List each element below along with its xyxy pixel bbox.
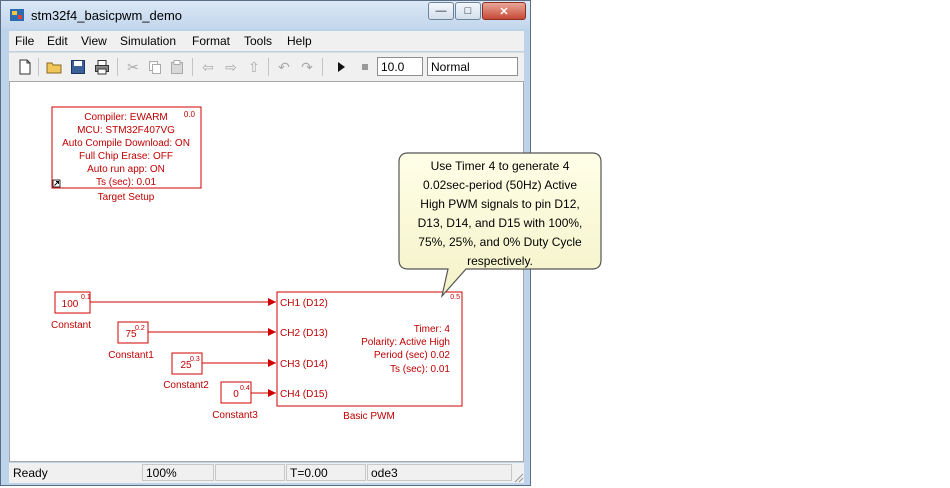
target-sample-corner: 0.0 (184, 110, 196, 119)
status-bar: Ready 100% T=0.00 ode3 (9, 463, 524, 483)
menu-help[interactable]: Help (287, 34, 312, 48)
callout-line-5: 75%, 25%, and 0% Duty Cycle (418, 235, 582, 249)
target-line-2: MCU: STM32F407VG (77, 125, 175, 136)
copy-icon[interactable] (147, 59, 163, 75)
callout-line-2: 0.02sec-period (50Hz) Active (423, 178, 577, 192)
callout-line-6: respectively. (467, 254, 533, 268)
callout-line-3: High PWM signals to pin D12, (420, 197, 579, 211)
back-icon[interactable]: ⇦ (200, 59, 216, 75)
menu-file[interactable]: File (15, 34, 34, 48)
constant-block-1[interactable]: 75 0.2 Constant1 (108, 321, 154, 361)
basic-pwm-block[interactable]: CH1 (D12) CH2 (D13) CH3 (D14) CH4 (D15) … (276, 291, 463, 422)
play-icon[interactable] (333, 59, 349, 75)
menu-tools[interactable]: Tools (244, 34, 272, 48)
pwm-port-3: CH3 (D14) (280, 359, 328, 370)
target-setup-block[interactable]: Compiler: EWARM MCU: STM32F407VG Auto Co… (51, 106, 202, 203)
close-button[interactable]: ✕ (482, 2, 526, 20)
save-icon[interactable] (70, 59, 86, 75)
target-line-1: Compiler: EWARM (84, 112, 168, 123)
simulink-app-icon (10, 9, 24, 21)
window-title: stm32f4_basicpwm_demo (31, 8, 183, 23)
status-ready: Ready (13, 466, 48, 480)
pwm-port-1: CH1 (D12) (280, 298, 328, 309)
status-solver: ode3 (367, 464, 512, 481)
constant-label: Constant2 (163, 380, 209, 391)
cut-icon[interactable]: ✂ (125, 59, 141, 75)
shortcut-arrow-icon (52, 179, 61, 188)
menu-view[interactable]: View (81, 34, 107, 48)
menu-edit[interactable]: Edit (47, 34, 68, 48)
paste-icon[interactable] (169, 59, 185, 75)
target-line-4: Full Chip Erase: OFF (79, 151, 173, 162)
stop-icon[interactable] (357, 59, 373, 75)
pwm-param-timer: Timer: 4 (414, 324, 451, 335)
menu-bar: File Edit View Simulation Format Tools H… (9, 31, 524, 51)
undo-icon[interactable]: ↶ (276, 59, 292, 75)
constant-block-2[interactable]: 25 0.3 Constant2 (163, 352, 209, 391)
stop-time-input[interactable]: 10.0 (377, 57, 423, 76)
callout-annotation[interactable]: Use Timer 4 to generate 4 0.02sec-period… (396, 150, 606, 302)
constant-label: Constant (51, 320, 91, 331)
target-setup-label: Target Setup (98, 192, 155, 203)
target-line-5: Auto run app: ON (87, 164, 165, 175)
constant-value: 100 (62, 299, 79, 310)
constant-corner: 0.4 (240, 385, 250, 392)
constant-label: Constant3 (212, 410, 258, 421)
status-time: T=0.00 (286, 464, 366, 481)
toolbar: ✂ ⇦ ⇨ ⇧ ↶ ↷ 10.0 Normal (9, 52, 524, 82)
maximize-button[interactable]: □ (455, 2, 481, 20)
callout-line-4: D13, D14, and D15 with 100%, (418, 216, 583, 230)
pwm-block-label: Basic PWM (343, 411, 395, 422)
new-icon[interactable] (17, 59, 33, 75)
resize-grip-icon[interactable] (512, 471, 524, 483)
print-icon[interactable] (94, 59, 110, 75)
constant-block-0[interactable]: 100 0.1 Constant (51, 291, 91, 331)
maximize-icon: □ (464, 5, 472, 17)
constant-corner: 0.1 (81, 294, 91, 301)
constant-corner: 0.2 (135, 325, 145, 332)
constant-value: 0 (233, 389, 239, 400)
simulation-mode-select[interactable]: Normal (427, 57, 518, 76)
minimize-icon: — (435, 5, 447, 17)
title-bar[interactable]: stm32f4_basicpwm_demo — □ ✕ (1, 1, 530, 29)
constant-label: Constant1 (108, 350, 154, 361)
pwm-param-polarity: Polarity: Active High (361, 337, 450, 348)
close-icon: ✕ (499, 5, 509, 18)
forward-icon[interactable]: ⇨ (223, 59, 239, 75)
target-line-6: Ts (sec): 0.01 (96, 177, 156, 188)
up-icon[interactable]: ⇧ (246, 59, 262, 75)
status-empty (215, 464, 285, 481)
open-icon[interactable] (46, 59, 62, 75)
minimize-button[interactable]: — (428, 2, 454, 20)
pwm-port-2: CH2 (D13) (280, 328, 328, 339)
pwm-param-ts: Ts (sec): 0.01 (390, 364, 450, 375)
constant-block-3[interactable]: 0 0.4 Constant3 (212, 381, 258, 421)
pwm-param-period: Period (sec) 0.02 (374, 350, 451, 361)
menu-simulation[interactable]: Simulation (120, 34, 176, 48)
constant-corner: 0.3 (190, 356, 200, 363)
callout-line-1: Use Timer 4 to generate 4 (431, 159, 570, 173)
redo-icon[interactable]: ↷ (299, 59, 315, 75)
status-zoom: 100% (142, 464, 214, 481)
target-line-3: Auto Compile Download: ON (62, 138, 190, 149)
menu-format[interactable]: Format (192, 34, 230, 48)
pwm-port-4: CH4 (D15) (280, 389, 328, 400)
